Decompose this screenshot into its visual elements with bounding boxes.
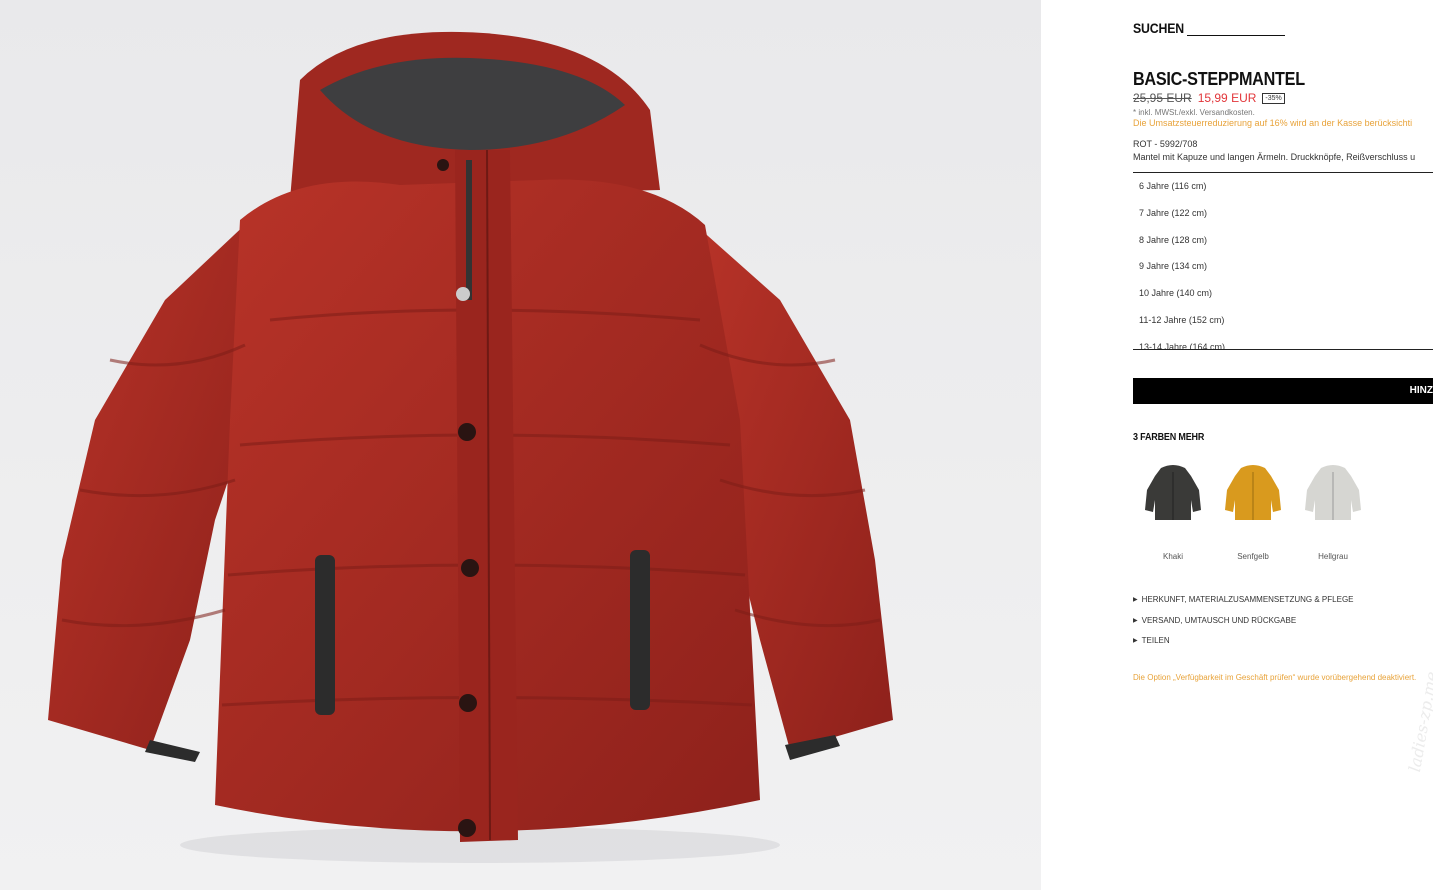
store-availability-note: Die Option „Verfügbarkeit im Geschäft pr… <box>1133 673 1417 682</box>
accordion-label: TEILEN <box>1141 636 1170 645</box>
more-colors-heading: 3 FARBEN MEHR <box>1133 432 1205 443</box>
jacket-thumbnail-senfgelb <box>1225 465 1281 520</box>
product-title: BASIC-STEPPMANTEL <box>1133 69 1305 89</box>
jacket-thumbnail-khaki <box>1145 465 1201 520</box>
red-puffer-jacket-image <box>48 31 893 863</box>
color-swatch-khaki[interactable]: Khaki <box>1133 460 1213 561</box>
triangle-right-icon: ▶ <box>1133 597 1138 603</box>
size-option[interactable]: 11-12 Jahre (152 cm) <box>1133 307 1433 334</box>
size-option[interactable]: 10 Jahre (140 cm) <box>1133 280 1433 307</box>
product-info-panel: SUCHEN BASIC-STEPPMANTEL 25,95 EUR 15,99… <box>1041 0 1433 890</box>
swatch-label: Khaki <box>1162 552 1183 561</box>
product-image[interactable] <box>0 0 1041 890</box>
size-option[interactable]: 8 Jahre (128 cm) <box>1133 227 1433 254</box>
accordion-label: HERKUNFT, MATERIALZUSAMMENSETZUNG & PFLE… <box>1141 595 1354 604</box>
accordion-label: VERSAND, UMTAUSCH UND RÜCKGABE <box>1141 615 1297 625</box>
size-option[interactable]: 6 Jahre (116 cm) <box>1133 173 1433 200</box>
vat-reduction-note: Die Umsatzsteuerreduzierung auf 16% wird… <box>1133 118 1413 128</box>
color-swatch-senfgelb[interactable]: Senfgelb <box>1213 460 1293 561</box>
sale-price: 15,99 EUR <box>1197 91 1257 105</box>
price-row: 25,95 EUR 15,99 EUR -35% <box>1133 91 1285 105</box>
color-reference: ROT - 5992/708 <box>1133 139 1198 149</box>
accordion-item-share[interactable]: ▶ TEILEN <box>1133 636 1354 657</box>
search-input[interactable] <box>1186 22 1285 36</box>
tax-note[interactable]: * inkl. MWSt./exkl. Versandkosten. <box>1133 108 1255 117</box>
search-box[interactable]: SUCHEN <box>1133 20 1285 36</box>
jacket-thumbnail-hellgrau <box>1305 465 1361 520</box>
triangle-right-icon: ▶ <box>1133 617 1138 624</box>
add-to-cart-button[interactable]: HINZ <box>1133 378 1433 404</box>
accordion-item-composition[interactable]: ▶ HERKUNFT, MATERIALZUSAMMENSETZUNG & PF… <box>1133 595 1354 616</box>
size-selector[interactable]: 6 Jahre (116 cm) 7 Jahre (122 cm) 8 Jahr… <box>1133 172 1433 350</box>
swatch-label: Senfgelb <box>1237 552 1269 561</box>
color-swatches: Khaki Senfgelb Hellgrau <box>1133 460 1373 561</box>
old-price: 25,95 EUR <box>1133 91 1192 105</box>
accordion-item-shipping[interactable]: ▶ VERSAND, UMTAUSCH UND RÜCKGABE <box>1133 616 1354 637</box>
swatch-label: Hellgrau <box>1318 552 1348 561</box>
triangle-right-icon: ▶ <box>1133 638 1138 644</box>
size-option[interactable]: 7 Jahre (122 cm) <box>1133 200 1433 227</box>
info-accordion: ▶ HERKUNFT, MATERIALZUSAMMENSETZUNG & PF… <box>1133 595 1354 657</box>
product-description: Mantel mit Kapuze und langen Ärmeln. Dru… <box>1133 152 1416 162</box>
size-option[interactable]: 9 Jahre (134 cm) <box>1133 253 1433 280</box>
discount-badge: -35% <box>1262 92 1285 104</box>
search-label[interactable]: SUCHEN <box>1133 20 1184 36</box>
color-swatch-hellgrau[interactable]: Hellgrau <box>1293 460 1373 561</box>
size-option[interactable]: 13-14 Jahre (164 cm) <box>1133 334 1433 349</box>
